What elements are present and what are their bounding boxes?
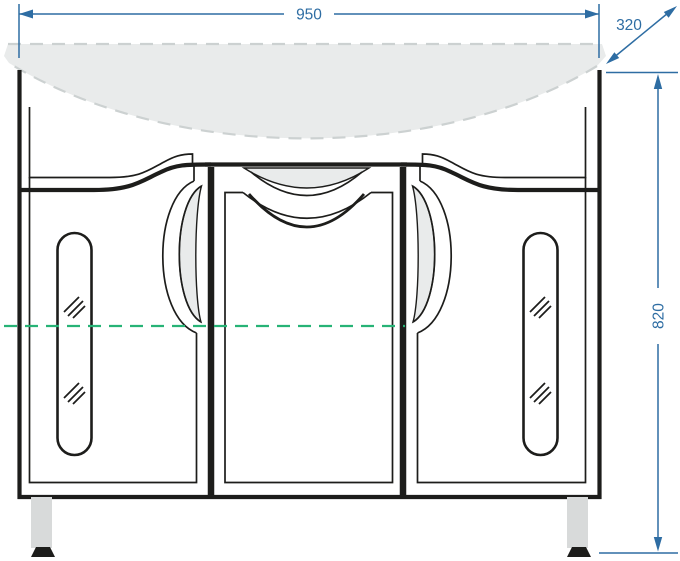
left-door	[30, 165, 202, 483]
vanity-technical-drawing: 950 320 820	[0, 0, 680, 561]
countertop-surface	[4, 44, 606, 138]
right-mirror-shine-upper	[530, 297, 551, 318]
left-bow-shade	[179, 186, 201, 322]
right-door-outline	[418, 165, 586, 483]
left-mirror-shine-upper	[64, 297, 85, 318]
depth-dimension: 320	[606, 6, 677, 64]
height-arrow-top	[654, 74, 662, 89]
width-arrow-left	[19, 10, 33, 19]
arch-inner	[249, 194, 364, 227]
height-arrow-bottom	[654, 537, 662, 552]
right-mirror-shine-lower	[530, 383, 551, 404]
left-mirror-shine-lower	[64, 383, 85, 404]
height-dimension-label: 820	[651, 303, 668, 329]
bowl-front-shade	[244, 168, 369, 188]
countertop-sink	[4, 44, 606, 138]
depth-dimension-label: 320	[616, 17, 642, 34]
legs	[31, 497, 591, 557]
left-leg	[31, 497, 52, 548]
left-door-mirror-groove	[58, 233, 92, 455]
right-bow-shade	[413, 186, 435, 322]
left-leg-foot	[31, 547, 55, 557]
height-dimension: 820	[599, 73, 678, 554]
width-arrow-right	[585, 10, 599, 19]
width-dimension-label: 950	[296, 7, 322, 24]
depth-arrow-upper	[664, 6, 677, 18]
right-door	[413, 165, 586, 483]
right-leg-foot	[567, 547, 591, 557]
center-door-outline	[225, 193, 393, 483]
right-leg	[567, 497, 588, 548]
left-door-outline	[30, 165, 197, 483]
right-door-mirror-groove	[524, 233, 558, 455]
